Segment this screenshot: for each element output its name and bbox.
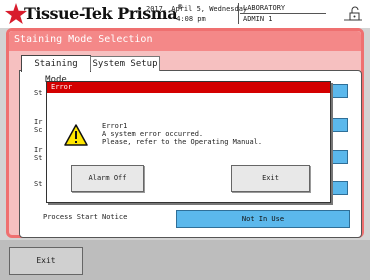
date-time: 2017, April 5, Wednesday 4:08 pm: [146, 4, 248, 24]
error-dialog-title: Error: [51, 83, 73, 91]
error-message: Error1 A system error occurred. Please, …: [102, 122, 262, 146]
lock-icon[interactable]: [342, 5, 364, 23]
exit-button[interactable]: Exit: [9, 247, 83, 275]
date-text: 2017, April 5, Wednesday: [146, 5, 248, 13]
user-text: ADMIN 1: [243, 15, 273, 23]
row-label: St: [34, 180, 43, 188]
time-text: 4:08 pm: [176, 15, 206, 23]
row-select-button[interactable]: [330, 118, 348, 132]
error-title-bar: [47, 82, 330, 93]
row-select-button[interactable]: [330, 181, 348, 195]
process-start-notice-label: Process Start Notice: [43, 213, 128, 221]
tab-staining-mode[interactable]: Staining Mode: [21, 55, 91, 85]
location-divider: [240, 13, 326, 14]
error-heading: Error1: [102, 122, 128, 130]
row-label: Ir Sc: [34, 118, 43, 134]
error-line: Please, refer to the Operating Manual.: [102, 138, 263, 146]
location-text: LABORATORY: [243, 4, 286, 12]
row-select-button[interactable]: [330, 84, 348, 98]
process-start-notice-select[interactable]: Not In Use: [176, 210, 350, 228]
alarm-off-button[interactable]: Alarm Off: [71, 165, 144, 192]
warning-icon: [64, 124, 88, 146]
row-label: St: [34, 89, 43, 97]
row-label: Ir St: [34, 146, 43, 162]
dialog-exit-button[interactable]: Exit: [231, 165, 310, 192]
row-select-button[interactable]: [330, 150, 348, 164]
error-line: A system error occurred.: [102, 130, 204, 138]
tab-system-setup[interactable]: System Setup: [90, 56, 160, 71]
page-title: Staining Mode Selection: [14, 34, 153, 45]
